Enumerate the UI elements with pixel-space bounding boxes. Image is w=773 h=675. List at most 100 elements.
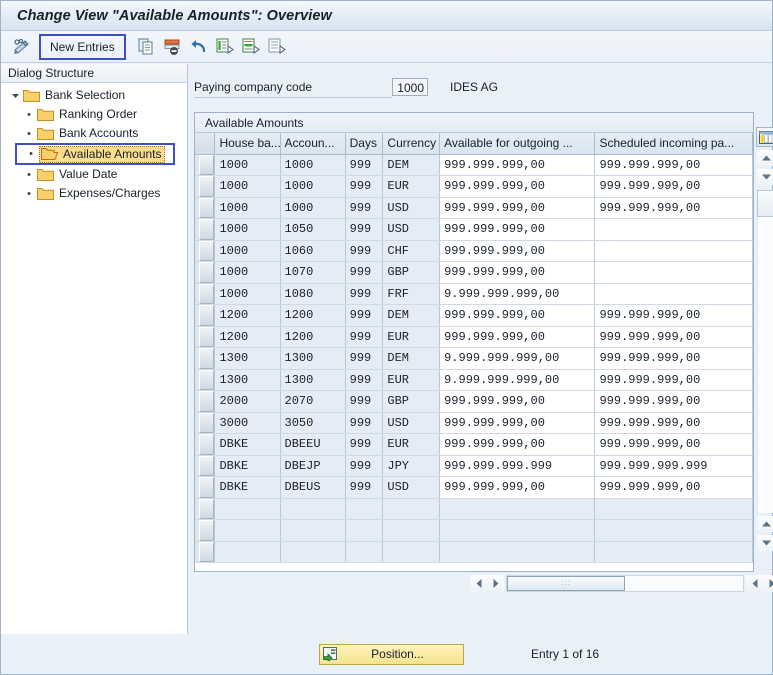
select-block-icon[interactable] [238, 35, 264, 59]
cell-available_outgoing[interactable]: 999.999.999,00 [439, 154, 596, 176]
cell-account_id[interactable]: DBEUS [280, 476, 346, 499]
vertical-scrollbar-track[interactable] [757, 217, 773, 513]
row-selector-button[interactable] [195, 283, 216, 305]
horizontal-scrollbar-track[interactable]: ::: [506, 574, 744, 592]
cell-account_id[interactable] [280, 498, 346, 520]
cell-scheduled_incoming[interactable] [594, 218, 753, 241]
scroll-page-up-icon[interactable] [757, 516, 773, 532]
tree-item-bank-accounts[interactable]: • Bank Accounts [1, 124, 187, 143]
row-selector-button[interactable] [195, 541, 216, 563]
row-selector-button[interactable] [195, 412, 216, 434]
cell-available_outgoing[interactable] [439, 519, 596, 542]
cell-currency[interactable]: USD [382, 412, 441, 434]
scroll-left-icon[interactable] [470, 574, 487, 592]
column-header-currency[interactable]: Currency [382, 133, 441, 155]
cell-scheduled_incoming[interactable] [594, 541, 753, 563]
table-row-empty[interactable] [195, 519, 753, 542]
cell-available_outgoing[interactable]: 999.999.999,00 [439, 326, 596, 348]
table-row[interactable]: 1300 1300 999 EUR 9.999.999.999,00 999.999.99… [195, 369, 753, 391]
cell-available_outgoing[interactable]: 999.999.999,00 [439, 240, 596, 262]
select-all-icon[interactable] [212, 35, 238, 59]
tree-item-value-date[interactable]: • Value Date [1, 165, 187, 184]
cell-currency[interactable]: GBP [382, 261, 441, 284]
cell-days[interactable]: 999 [345, 261, 384, 284]
cell-scheduled_incoming[interactable]: 999.999.999,00 [594, 433, 753, 456]
cell-currency[interactable]: DEM [382, 304, 441, 327]
cell-currency[interactable]: DEM [382, 154, 441, 176]
cell-available_outgoing[interactable]: 9.999.999.999,00 [439, 369, 596, 391]
cell-scheduled_incoming[interactable] [594, 519, 753, 542]
table-row[interactable]: 3000 3050 999 USD 999.999.999,00 999.999.999,… [195, 412, 753, 434]
table-row-empty[interactable] [195, 498, 753, 520]
row-selector-button[interactable] [195, 433, 216, 456]
horizontal-scrollbar-thumb[interactable]: ::: [507, 575, 625, 591]
row-selector-button[interactable] [195, 304, 216, 327]
cell-house_bank[interactable] [214, 498, 281, 520]
cell-days[interactable] [345, 519, 384, 542]
cell-scheduled_incoming[interactable] [594, 261, 753, 284]
cell-account_id[interactable]: 2070 [280, 390, 346, 413]
table-row[interactable]: 2000 2070 999 GBP 999.999.999,00 999.999.999,… [195, 390, 753, 413]
cell-days[interactable]: 999 [345, 304, 384, 327]
cell-scheduled_incoming[interactable]: 999.999.999,00 [594, 390, 753, 413]
column-header-days[interactable]: Days [345, 133, 384, 155]
cell-house_bank[interactable]: 1300 [214, 347, 281, 370]
cell-days[interactable] [345, 541, 384, 563]
chevron-down-icon[interactable] [9, 90, 21, 102]
column-header-scheduled_incoming[interactable]: Scheduled incoming pa... [594, 133, 753, 155]
cell-scheduled_incoming[interactable]: 999.999.999,00 [594, 326, 753, 348]
cell-days[interactable]: 999 [345, 154, 384, 176]
cell-house_bank[interactable]: 1000 [214, 283, 281, 305]
cell-house_bank[interactable]: DBKE [214, 476, 281, 499]
cell-days[interactable]: 999 [345, 390, 384, 413]
select-all-column-header[interactable] [195, 133, 216, 155]
cell-available_outgoing[interactable]: 999.999.999.999 [439, 455, 596, 477]
table-row[interactable]: 1000 1060 999 CHF 999.999.999,00 [195, 240, 753, 262]
scroll-down-icon[interactable] [757, 169, 773, 185]
cell-available_outgoing[interactable]: 999.999.999,00 [439, 218, 596, 241]
cell-days[interactable]: 999 [345, 369, 384, 391]
cell-house_bank[interactable]: 3000 [214, 412, 281, 434]
cell-available_outgoing[interactable]: 999.999.999,00 [439, 261, 596, 284]
row-selector-button[interactable] [195, 476, 216, 499]
cell-house_bank[interactable] [214, 519, 281, 542]
table-row[interactable]: 1000 1000 999 USD 999.999.999,00 999.999.999,… [195, 197, 753, 219]
table-row[interactable]: 1200 1200 999 DEM 999.999.999,00 999.999.999,… [195, 304, 753, 327]
table-row[interactable]: 1000 1070 999 GBP 999.999.999,00 [195, 261, 753, 284]
cell-available_outgoing[interactable]: 999.999.999,00 [439, 175, 596, 198]
cell-house_bank[interactable]: 1200 [214, 326, 281, 348]
cell-days[interactable]: 999 [345, 412, 384, 434]
cell-account_id[interactable]: 1000 [280, 197, 346, 219]
cell-available_outgoing[interactable] [439, 498, 596, 520]
table-row[interactable]: 1200 1200 999 EUR 999.999.999,00 999.999.999,… [195, 326, 753, 348]
cell-account_id[interactable]: 3050 [280, 412, 346, 434]
row-selector-button[interactable] [195, 326, 216, 348]
row-selector-button[interactable] [195, 197, 216, 219]
cell-scheduled_incoming[interactable]: 999.999.999,00 [594, 175, 753, 198]
cell-scheduled_incoming[interactable] [594, 498, 753, 520]
cell-currency[interactable] [382, 498, 441, 520]
cell-account_id[interactable]: 1200 [280, 304, 346, 327]
scroll-page-right-icon[interactable] [763, 574, 773, 592]
cell-account_id[interactable]: 1070 [280, 261, 346, 284]
tree-item-available-amounts[interactable]: • Available Amounts [15, 143, 175, 165]
cell-house_bank[interactable]: 2000 [214, 390, 281, 413]
scroll-up-icon[interactable] [757, 150, 773, 166]
table-settings-icon[interactable] [756, 127, 773, 147]
cell-days[interactable]: 999 [345, 218, 384, 241]
cell-house_bank[interactable]: DBKE [214, 433, 281, 456]
cell-scheduled_incoming[interactable]: 999.999.999,00 [594, 347, 753, 370]
cell-days[interactable]: 999 [345, 455, 384, 477]
delete-row-icon[interactable] [160, 35, 186, 59]
cell-house_bank[interactable]: 1000 [214, 240, 281, 262]
cell-currency[interactable]: CHF [382, 240, 441, 262]
cell-available_outgoing[interactable]: 999.999.999,00 [439, 197, 596, 219]
cell-currency[interactable]: USD [382, 197, 441, 219]
scroll-page-left-icon[interactable] [746, 574, 763, 592]
cell-house_bank[interactable]: 1000 [214, 218, 281, 241]
cell-currency[interactable]: JPY [382, 455, 441, 477]
cell-currency[interactable] [382, 541, 441, 563]
cell-available_outgoing[interactable] [439, 541, 596, 563]
cell-scheduled_incoming[interactable]: 999.999.999,00 [594, 476, 753, 499]
table-row[interactable]: DBKE DBEJP 999 JPY 999.999.999.999 999.999.99… [195, 455, 753, 477]
